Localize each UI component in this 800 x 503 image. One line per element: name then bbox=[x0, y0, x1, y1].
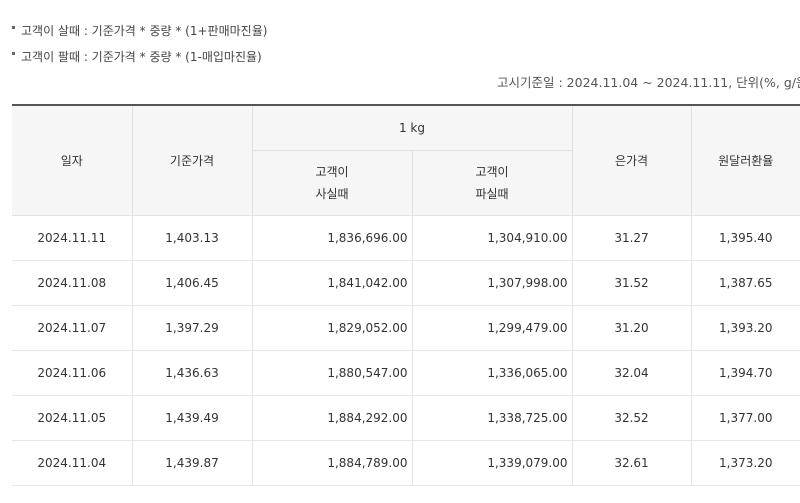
cell-silver-price: 32.52 bbox=[572, 395, 692, 441]
cell-customer-buy: 1,880,547.00 bbox=[252, 350, 413, 396]
header-customer-buy: 고객이 사실때 bbox=[252, 150, 413, 216]
table-row: 2024.11.11 1,403.13 1,836,696.00 1,304,9… bbox=[12, 215, 800, 261]
header-customer-buy-line1: 고객이 bbox=[315, 164, 349, 179]
cell-date: 2024.11.08 bbox=[12, 260, 133, 306]
table-caption: 고시기준일 : 2024.11.04 ~ 2024.11.11, 단위(%, g… bbox=[497, 75, 800, 90]
note-buy-text: 고객이 살때 : 기준가격 * 중량 * (1+판매마진율) bbox=[21, 24, 268, 38]
cell-customer-buy: 1,829,052.00 bbox=[252, 305, 413, 351]
cell-date: 2024.11.07 bbox=[12, 305, 133, 351]
table-body: 2024.11.11 1,403.13 1,836,696.00 1,304,9… bbox=[12, 215, 800, 486]
note-buy-formula: 고객이 살때 : 기준가격 * 중량 * (1+판매마진율) bbox=[12, 20, 267, 46]
note-sell-formula: 고객이 팔때 : 기준가격 * 중량 * (1-매입마진율) bbox=[12, 46, 267, 72]
cell-customer-sell: 1,336,065.00 bbox=[412, 350, 573, 396]
cell-customer-sell: 1,304,910.00 bbox=[412, 215, 573, 261]
header-weight-group: 1 kg bbox=[252, 104, 573, 151]
table-row: 2024.11.07 1,397.29 1,829,052.00 1,299,4… bbox=[12, 305, 800, 351]
cell-base-price: 1,439.49 bbox=[132, 395, 253, 441]
cell-customer-buy: 1,841,042.00 bbox=[252, 260, 413, 306]
cell-silver-price: 31.27 bbox=[572, 215, 692, 261]
cell-silver-price: 31.52 bbox=[572, 260, 692, 306]
cell-date: 2024.11.11 bbox=[12, 215, 133, 261]
cell-base-price: 1,439.87 bbox=[132, 440, 253, 486]
cell-date: 2024.11.06 bbox=[12, 350, 133, 396]
cell-exchange-rate: 1,373.20 bbox=[691, 440, 800, 486]
table-row: 2024.11.04 1,439.87 1,884,789.00 1,339,0… bbox=[12, 440, 800, 486]
cell-base-price: 1,403.13 bbox=[132, 215, 253, 261]
cell-customer-buy: 1,884,789.00 bbox=[252, 440, 413, 486]
cell-exchange-rate: 1,394.70 bbox=[691, 350, 800, 396]
cell-customer-sell: 1,339,079.00 bbox=[412, 440, 573, 486]
bullet-icon bbox=[12, 52, 15, 55]
note-sell-text: 고객이 팔때 : 기준가격 * 중량 * (1-매입마진율) bbox=[21, 50, 262, 64]
cell-date: 2024.11.05 bbox=[12, 395, 133, 441]
bullet-icon bbox=[12, 26, 15, 29]
cell-exchange-rate: 1,377.00 bbox=[691, 395, 800, 441]
cell-exchange-rate: 1,395.40 bbox=[691, 215, 800, 261]
cell-customer-sell: 1,307,998.00 bbox=[412, 260, 573, 306]
header-customer-sell: 고객이 파실때 bbox=[412, 150, 573, 216]
cell-customer-buy: 1,836,696.00 bbox=[252, 215, 413, 261]
silver-price-table: 일자 기준가격 1 kg 은가격 원달러환율 고객이 사실때 고객이 파실때 2… bbox=[12, 104, 800, 486]
cell-customer-sell: 1,299,479.00 bbox=[412, 305, 573, 351]
cell-date: 2024.11.04 bbox=[12, 440, 133, 486]
header-silver-price: 은가격 bbox=[572, 104, 692, 216]
cell-base-price: 1,397.29 bbox=[132, 305, 253, 351]
cell-customer-sell: 1,338,725.00 bbox=[412, 395, 573, 441]
table-row: 2024.11.05 1,439.49 1,884,292.00 1,338,7… bbox=[12, 395, 800, 441]
cell-customer-buy: 1,884,292.00 bbox=[252, 395, 413, 441]
table-header: 일자 기준가격 1 kg 은가격 원달러환율 고객이 사실때 고객이 파실때 bbox=[12, 104, 800, 216]
header-customer-sell-line2: 파실때 bbox=[475, 186, 509, 201]
header-base-price: 기준가격 bbox=[132, 104, 253, 216]
cell-exchange-rate: 1,393.20 bbox=[691, 305, 800, 351]
cell-base-price: 1,436.63 bbox=[132, 350, 253, 396]
table-row: 2024.11.08 1,406.45 1,841,042.00 1,307,9… bbox=[12, 260, 800, 306]
header-customer-sell-line1: 고객이 bbox=[475, 164, 509, 179]
cell-silver-price: 31.20 bbox=[572, 305, 692, 351]
cell-silver-price: 32.04 bbox=[572, 350, 692, 396]
header-customer-buy-line2: 사실때 bbox=[315, 186, 349, 201]
cell-base-price: 1,406.45 bbox=[132, 260, 253, 306]
header-date: 일자 bbox=[12, 104, 133, 216]
table-row: 2024.11.06 1,436.63 1,880,547.00 1,336,0… bbox=[12, 350, 800, 396]
header-exchange-rate: 원달러환율 bbox=[691, 104, 800, 216]
notes: 고객이 살때 : 기준가격 * 중량 * (1+판매마진율) 고객이 팔때 : … bbox=[12, 20, 267, 72]
cell-silver-price: 32.61 bbox=[572, 440, 692, 486]
cell-exchange-rate: 1,387.65 bbox=[691, 260, 800, 306]
